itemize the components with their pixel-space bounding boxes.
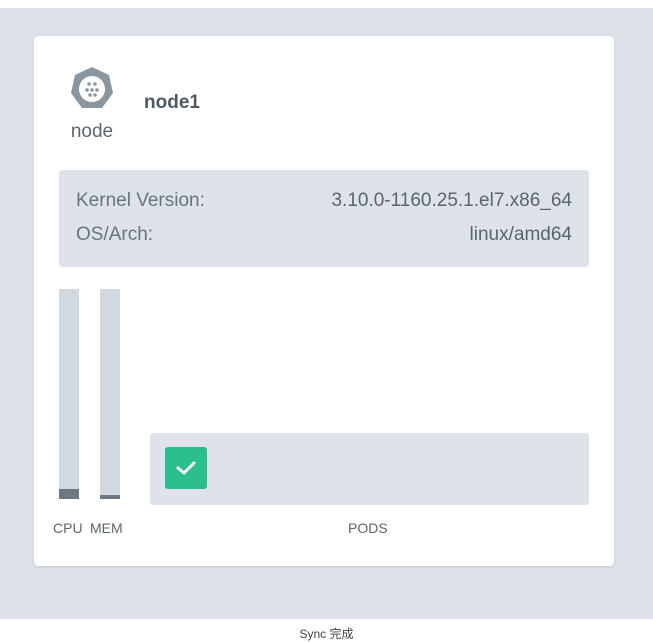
pods-panel: [150, 433, 589, 505]
kernel-version-key: Kernel Version:: [76, 190, 205, 211]
os-arch-value: linux/amd64: [469, 224, 572, 245]
mem-usage-fill: [100, 494, 120, 499]
node-card[interactable]: node node1 Kernel Version: 3.10.0-1160.2…: [34, 36, 614, 566]
pod-status-tile[interactable]: [165, 447, 207, 489]
os-arch-row: OS/Arch: linux/amd64: [76, 224, 572, 246]
kernel-version-value: 3.10.0-1160.25.1.el7.x86_64: [331, 190, 572, 211]
kernel-version-row: Kernel Version: 3.10.0-1160.25.1.el7.x86…: [76, 190, 572, 212]
os-arch-key: OS/Arch:: [76, 224, 154, 245]
check-icon: [176, 461, 196, 475]
cpu-label: CPU: [53, 520, 83, 536]
cpu-usage-fill: [59, 488, 79, 499]
mem-usage-bar: [100, 289, 120, 499]
node-type-label: node: [70, 121, 114, 142]
node-name[interactable]: node1: [144, 92, 200, 114]
node-info-panel: Kernel Version: 3.10.0-1160.25.1.el7.x86…: [59, 170, 589, 267]
pods-label: PODS: [348, 520, 388, 536]
view-background: node node1 Kernel Version: 3.10.0-1160.2…: [0, 8, 653, 619]
kubernetes-node-icon: [69, 66, 115, 112]
sync-status-text: Sync 完成: [299, 627, 354, 641]
cpu-usage-bar: [59, 289, 79, 499]
mem-label: MEM: [90, 520, 123, 536]
